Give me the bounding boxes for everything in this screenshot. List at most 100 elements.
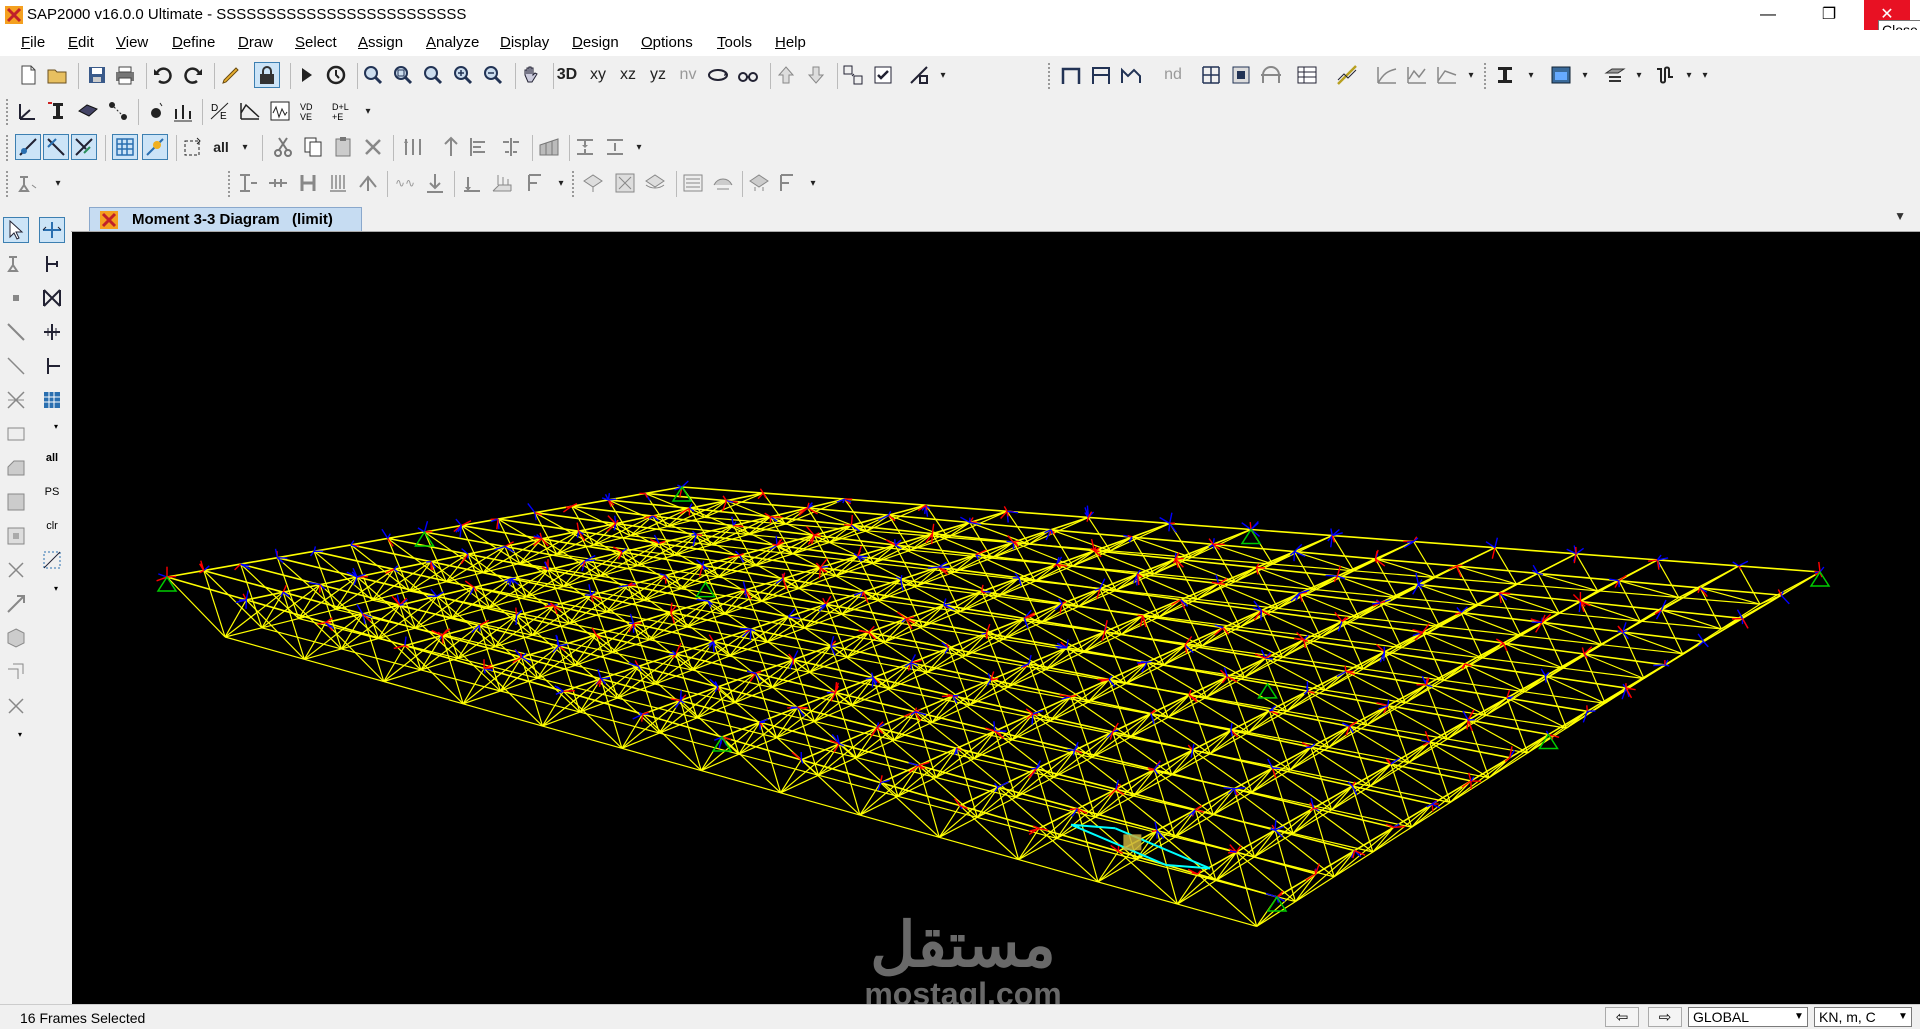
draw-dropdown-arrow-side[interactable]: ▾ — [7, 721, 33, 747]
sections-dropdown-arrow[interactable]: ▾ — [1518, 62, 1544, 88]
menu-analyze[interactable]: Analyze — [426, 34, 479, 51]
frame-offsets-button[interactable] — [265, 170, 291, 196]
menu-edit[interactable]: Edit — [68, 34, 94, 51]
print-button[interactable] — [112, 62, 138, 88]
view-xy-button[interactable]: xy — [585, 62, 611, 88]
display-dropdown-arrow[interactable]: ▾ — [800, 170, 826, 196]
frame-point-load-button[interactable] — [355, 170, 381, 196]
rotate-3d-button[interactable] — [705, 62, 731, 88]
define-dead-live-button[interactable]: DE — [207, 98, 233, 124]
undo-button[interactable] — [150, 62, 176, 88]
assign-joint-loads-button[interactable] — [422, 170, 448, 196]
paste-button[interactable] — [330, 134, 356, 160]
previous-view-button[interactable]: ⇦ — [1605, 1007, 1639, 1027]
view-xz-button[interactable]: xz — [615, 62, 641, 88]
area-load-button[interactable] — [459, 170, 485, 196]
links-springs-button[interactable] — [1652, 62, 1678, 88]
menu-display[interactable]: Display — [500, 34, 549, 51]
define-time-history-button[interactable] — [267, 98, 293, 124]
area-dropdown-arrow[interactable]: ▾ — [1572, 62, 1598, 88]
divide-areas-button[interactable] — [536, 134, 562, 160]
deformed-dropdown-arrow[interactable]: ▾ — [930, 62, 956, 88]
select-dropdown-arrow-side[interactable]: ▾ — [43, 575, 69, 601]
section-designer-button[interactable] — [1228, 62, 1254, 88]
display-stresses-button[interactable] — [710, 170, 736, 196]
frame-releases-button[interactable] — [235, 170, 261, 196]
run-analysis-button[interactable] — [293, 62, 319, 88]
menu-tools[interactable]: Tools — [717, 34, 752, 51]
snap-to-intersections-button[interactable] — [71, 134, 97, 160]
combos-dropdown-arrow[interactable]: ▾ — [355, 98, 381, 124]
draw-solid-button[interactable] — [3, 557, 29, 583]
copy-button[interactable] — [300, 134, 326, 160]
pushover-curve-button[interactable] — [1374, 62, 1400, 88]
define-sections-button[interactable] — [45, 98, 71, 124]
define-functions-button[interactable] — [237, 98, 263, 124]
select-all-button[interactable] — [180, 134, 206, 160]
plot-dropdown-arrow[interactable]: ▾ — [1458, 62, 1484, 88]
draw-3d-solid-button[interactable] — [3, 625, 29, 651]
snap-to-grid-button[interactable] — [112, 134, 138, 160]
tables-button[interactable] — [1294, 62, 1320, 88]
align-center-button[interactable] — [498, 134, 524, 160]
quick-draw-area-button[interactable] — [3, 523, 29, 549]
draw-area-button[interactable] — [3, 421, 29, 447]
frame-sections-button[interactable] — [1492, 62, 1518, 88]
redo-button[interactable] — [180, 62, 206, 88]
select-all-objects-button[interactable]: all — [208, 134, 234, 160]
snap-to-ends-button[interactable] — [43, 134, 69, 160]
menu-options[interactable]: Options — [641, 34, 693, 51]
display-forces-button[interactable] — [680, 170, 706, 196]
node-tools-button[interactable] — [1198, 62, 1224, 88]
display-energy-button[interactable] — [776, 170, 802, 196]
draw-dimension-button[interactable] — [3, 693, 29, 719]
split-frames-button[interactable] — [602, 134, 628, 160]
define-combinations-button[interactable]: D+L+E — [330, 98, 356, 124]
menu-define[interactable]: Define — [172, 34, 215, 51]
define-load-cases-button[interactable] — [170, 98, 196, 124]
menu-view[interactable]: View — [116, 34, 148, 51]
lock-model-button[interactable] — [254, 62, 280, 88]
tab-moment-diagram[interactable]: Moment 3-3 Diagram (limit) — [89, 207, 362, 231]
clear-selection-button[interactable]: clr — [39, 513, 65, 539]
tab-list-dropdown-button[interactable]: ▼ — [1894, 209, 1906, 223]
get-previous-selection-button[interactable]: PS — [39, 479, 65, 505]
restraints-dropdown-arrow[interactable]: ▾ — [45, 170, 71, 196]
cut-button[interactable] — [270, 134, 296, 160]
view-nv-button[interactable]: nv — [675, 62, 701, 88]
menu-select[interactable]: Select — [295, 34, 337, 51]
define-coordinates-button[interactable] — [15, 98, 41, 124]
snap-to-lines-button[interactable] — [142, 134, 168, 160]
restore-full-view-button[interactable] — [390, 62, 416, 88]
draw-rectangular-area-button[interactable] — [3, 489, 29, 515]
more-dropdown-arrow[interactable]: ▾ — [1692, 62, 1718, 88]
edit-pencil-button[interactable] — [218, 62, 244, 88]
menu-assign[interactable]: Assign — [358, 34, 403, 51]
set-display-options-button[interactable] — [870, 62, 896, 88]
quick-draw-frame-tool-button[interactable] — [39, 251, 65, 277]
display-virtual-work-button[interactable] — [746, 170, 772, 196]
units-select[interactable]: KN, m, C ▼ — [1814, 1007, 1912, 1027]
next-view-button[interactable]: ⇨ — [1648, 1007, 1682, 1027]
select-all-tool-button[interactable]: all — [39, 445, 65, 471]
draw-truss-button[interactable] — [1118, 62, 1144, 88]
draw-poly-area-button[interactable] — [3, 455, 29, 481]
draw-developed-elevation-button[interactable] — [3, 591, 29, 617]
zoom-in-button[interactable] — [450, 62, 476, 88]
object-shrink-button[interactable] — [840, 62, 866, 88]
draw-point-button[interactable] — [3, 285, 29, 311]
menu-file[interactable]: File — [21, 34, 45, 51]
define-load-combos-button[interactable]: VDVE — [297, 98, 323, 124]
edit-dropdown-arrow[interactable]: ▾ — [626, 134, 652, 160]
display-undeformed-button[interactable] — [580, 170, 606, 196]
replicate-button[interactable] — [400, 134, 426, 160]
refresh-view-button[interactable] — [323, 62, 349, 88]
display-loads-button[interactable] — [612, 170, 638, 196]
draw-tendon-button[interactable] — [3, 387, 29, 413]
view-3d-button[interactable]: 3D — [554, 62, 580, 88]
delete-button[interactable] — [360, 134, 386, 160]
frame-distributed-load-button[interactable] — [325, 170, 351, 196]
assign-springs-button[interactable]: ∿∿ — [392, 170, 418, 196]
new-model-button[interactable] — [15, 62, 41, 88]
save-button[interactable] — [84, 62, 110, 88]
